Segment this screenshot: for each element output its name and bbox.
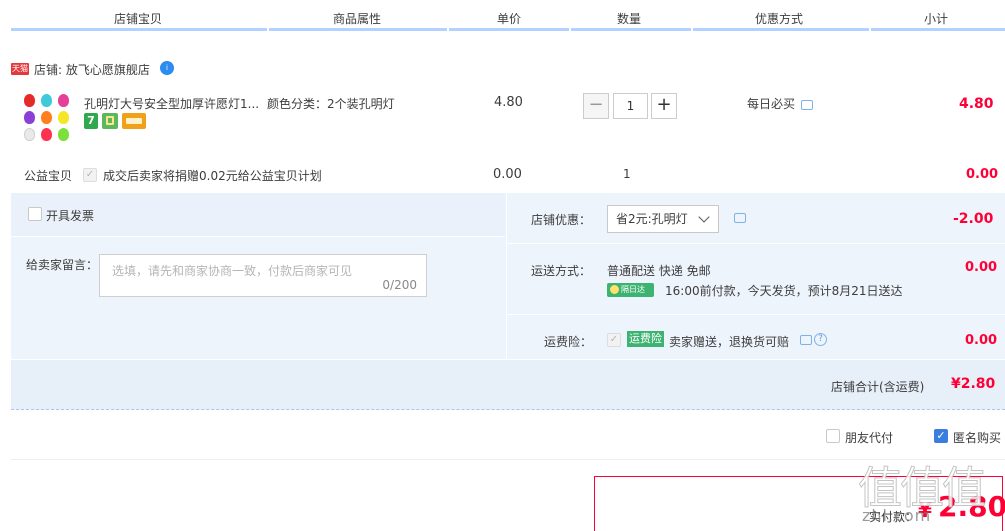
comment-bubble-icon[interactable] [734,213,746,223]
friend-pay-label[interactable]: 朋友代付 [845,429,893,446]
next-day-delivery-badge: 隔日达 [607,283,654,297]
header-underline [11,28,267,31]
comment-bubble-icon[interactable] [801,100,813,110]
header-underline [269,28,447,31]
insurance-description: 卖家赠送，退换货可赔 [669,335,790,349]
shipping-amount: 0.00 [965,260,998,275]
coupon-select[interactable]: 省2元:孔明灯 [607,205,719,233]
lightning-icon [610,285,619,294]
shipping-method: 普通配送 快递 免邮 [607,264,711,278]
message-textarea[interactable]: 选填，请先和商家协商一致，付款后商家可见 0/200 [99,254,427,297]
anonymous-checkbox[interactable]: ✓ [934,429,948,443]
header-underline [871,28,1005,31]
charity-label: 公益宝贝 [24,169,73,183]
header-underline [693,28,869,31]
item-subtotal: 4.80 [959,96,994,112]
charity-quantity: 1 [623,167,631,181]
next-day-delivery-label: 隔日达 [621,285,645,294]
seven-day-return-icon[interactable]: 7 [84,113,98,129]
coupon-label: 店铺优惠： [531,213,592,227]
invoice-checkbox[interactable] [28,207,42,221]
message-char-count: 0/200 [382,278,417,292]
table-header: 店铺宝贝 商品属性 单价 数量 优惠方式 小计 [0,0,1005,34]
unit-price: 4.80 [494,95,523,110]
lantern-thumb-dot [58,111,69,124]
header-col-item: 店铺宝贝 [114,12,163,26]
lantern-thumb-dot [41,128,52,141]
message-placeholder: 选填，请先和商家协商一致，付款后商家可见 [112,264,353,278]
divider [11,359,1005,360]
lantern-thumb-dot [24,128,35,141]
lantern-thumb-dot [24,94,35,107]
divider [506,193,507,359]
item-attribute: 颜色分类：2个装孔明灯 [267,97,395,111]
shop-total-label: 店铺合计(含运费) [831,380,925,394]
header-col-price: 单价 [497,12,522,26]
header-col-promo: 优惠方式 [755,12,804,26]
item-thumbnail[interactable] [22,93,74,145]
charity-price: 0.00 [493,167,522,182]
insurance-label: 运费险： [544,335,593,349]
shop-name-link[interactable]: 店铺: 放飞心愿旗舰店 [34,61,150,78]
coupon-selected-value: 省2元:孔明灯 [616,212,688,226]
header-underline [571,28,691,31]
divider [11,459,1005,460]
insurance-amount: 0.00 [965,333,998,348]
lantern-thumb-dot [41,94,52,107]
invoice-label[interactable]: 开具发票 [46,207,94,224]
guarantee-icon[interactable] [102,113,118,129]
promotion-label: 每日必买 [747,97,796,111]
shipping-label: 运送方式： [531,264,592,278]
comment-bubble-icon[interactable] [800,335,812,345]
item-title-link[interactable]: 孔明灯大号安全型加厚许愿灯1... [84,95,259,112]
header-col-attr: 商品属性 [333,12,382,26]
coupon-amount: -2.00 [953,211,994,227]
header-underline [449,28,569,31]
help-icon[interactable]: ? [814,333,827,346]
quantity-decrease-button[interactable]: − [583,93,609,119]
message-label: 给卖家留言： [26,258,99,272]
insurance-badge: 运费险 [627,331,664,347]
header-col-subtotal: 小计 [924,12,949,26]
chat-icon[interactable]: i [160,61,174,75]
quantity-input[interactable]: 1 [613,93,648,119]
watermark-url: zhi.com [862,506,932,525]
divider [507,243,1005,244]
quantity-increase-button[interactable]: + [651,93,677,119]
lantern-thumb-dot [58,94,69,107]
chevron-down-icon [698,211,710,223]
divider [507,314,1005,315]
card-icon[interactable] [122,113,146,129]
shop-total-amount: ¥2.80 [951,376,996,392]
divider [11,409,1005,410]
header-col-qty: 数量 [617,12,642,26]
charity-subtotal: 0.00 [966,167,999,182]
lantern-thumb-dot [24,111,35,124]
lantern-thumb-dot [41,111,52,124]
charity-checkbox: ✓ [83,168,97,182]
insurance-checkbox: ✓ [607,333,621,347]
shipping-note: 16:00前付款，今天发货，预计8月21日送达 [665,284,903,298]
charity-description: 成交后卖家将捐赠0.02元给公益宝贝计划 [103,169,322,183]
friend-pay-checkbox[interactable] [826,429,840,443]
tmall-logo-icon: 天猫 [11,63,29,75]
lantern-thumb-dot [58,128,69,141]
anonymous-label[interactable]: 匿名购买 [953,429,1001,446]
